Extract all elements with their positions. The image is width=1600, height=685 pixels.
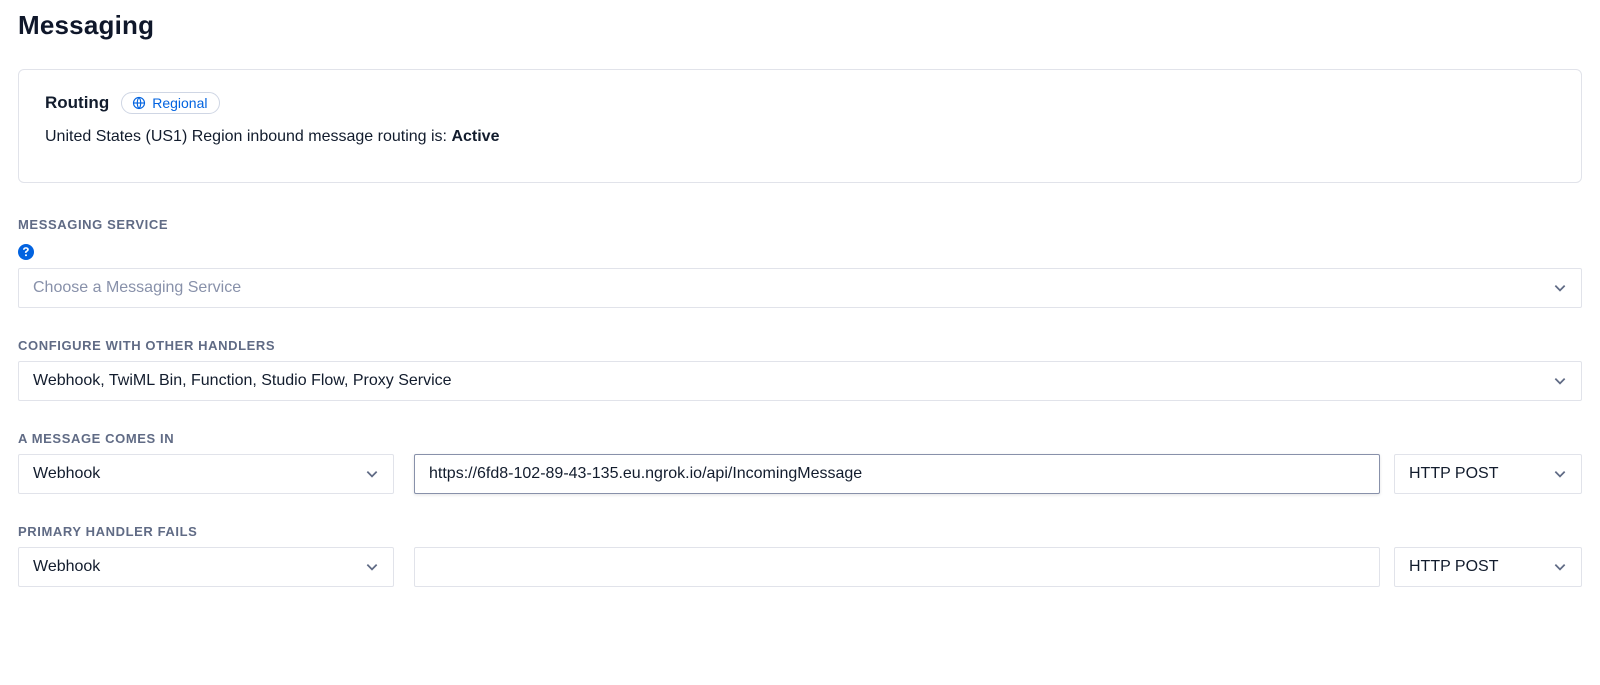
chevron-down-icon	[365, 560, 379, 574]
routing-status-prefix: United States (US1) Region inbound messa…	[45, 128, 451, 145]
chevron-down-icon	[365, 467, 379, 481]
routing-status-value: Active	[451, 128, 499, 145]
primary-fail-url-input[interactable]	[414, 547, 1380, 587]
primary-fail-method-select[interactable]: HTTP POST	[1394, 547, 1582, 587]
message-in-label: A MESSAGE COMES IN	[18, 431, 1582, 446]
messaging-service-label: MESSAGING SERVICE	[18, 217, 1582, 232]
primary-fail-handler-value: Webhook	[33, 558, 100, 576]
configure-handlers-fieldset: CONFIGURE WITH OTHER HANDLERS Webhook, T…	[18, 338, 1582, 401]
routing-card-header: Routing Regional	[45, 92, 1555, 114]
primary-fail-method-value: HTTP POST	[1409, 558, 1499, 576]
messaging-service-placeholder: Choose a Messaging Service	[33, 279, 241, 297]
configure-handlers-label: CONFIGURE WITH OTHER HANDLERS	[18, 338, 1582, 353]
message-in-url-input[interactable]	[414, 454, 1380, 494]
primary-fail-handler-select[interactable]: Webhook	[18, 547, 394, 587]
routing-title: Routing	[45, 93, 109, 113]
chevron-down-icon	[1553, 467, 1567, 481]
message-in-fieldset: A MESSAGE COMES IN Webhook HTTP POST	[18, 431, 1582, 494]
messaging-service-fieldset: MESSAGING SERVICE Choose a Messaging Ser…	[18, 217, 1582, 308]
message-in-handler-value: Webhook	[33, 465, 100, 483]
chevron-down-icon	[1553, 374, 1567, 388]
primary-fail-fieldset: PRIMARY HANDLER FAILS Webhook HTTP POST	[18, 524, 1582, 587]
message-in-handler-select[interactable]: Webhook	[18, 454, 394, 494]
globe-icon	[132, 96, 146, 110]
chevron-down-icon	[1553, 560, 1567, 574]
regional-badge-label: Regional	[152, 96, 207, 110]
page-title: Messaging	[18, 10, 1582, 41]
configure-handlers-value: Webhook, TwiML Bin, Function, Studio Flo…	[33, 372, 452, 390]
primary-fail-label: PRIMARY HANDLER FAILS	[18, 524, 1582, 539]
routing-card: Routing Regional United States (US1) Reg…	[18, 69, 1582, 183]
message-in-method-select[interactable]: HTTP POST	[1394, 454, 1582, 494]
message-in-method-value: HTTP POST	[1409, 465, 1499, 483]
chevron-down-icon	[1553, 281, 1567, 295]
configure-handlers-select[interactable]: Webhook, TwiML Bin, Function, Studio Flo…	[18, 361, 1582, 401]
messaging-service-select[interactable]: Choose a Messaging Service	[18, 268, 1582, 308]
help-icon[interactable]	[18, 244, 34, 260]
regional-badge[interactable]: Regional	[121, 92, 220, 114]
routing-status: United States (US1) Region inbound messa…	[45, 128, 1555, 146]
